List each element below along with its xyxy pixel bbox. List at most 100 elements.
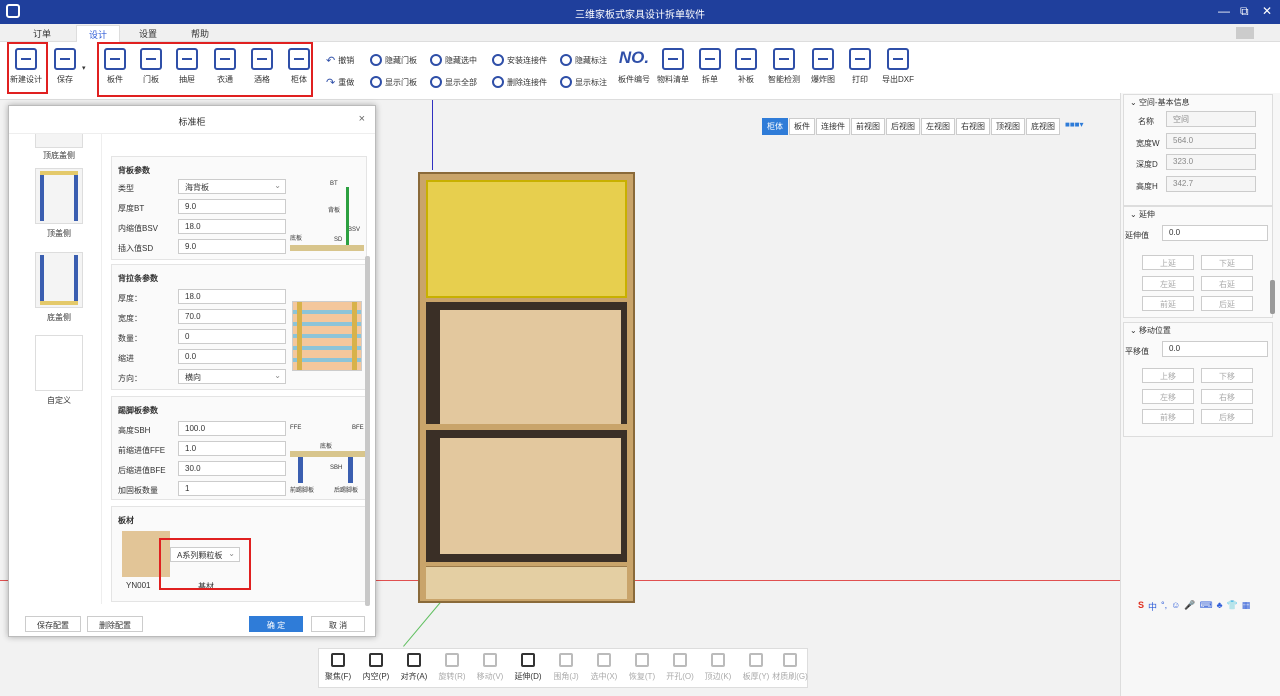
ime-tools[interactable]: ♣ bbox=[1217, 600, 1223, 613]
avatar[interactable] bbox=[1236, 27, 1254, 39]
board-number-button[interactable]: NO. 板件编号 bbox=[614, 48, 654, 85]
export-dxf-button[interactable]: 导出DXF bbox=[880, 48, 916, 85]
extend-down-button[interactable]: 下延 bbox=[1201, 255, 1253, 270]
restore-button[interactable]: 恢复(T) bbox=[623, 653, 661, 682]
move-button[interactable]: 移动(V) bbox=[471, 653, 509, 682]
tab-bottom-view[interactable]: 底视图 bbox=[1026, 118, 1060, 135]
explode-view-button[interactable]: 爆炸图 bbox=[808, 48, 838, 85]
material-brush-button[interactable]: 材质刷(G) bbox=[771, 653, 809, 682]
extend-back-button[interactable]: 后延 bbox=[1201, 296, 1253, 311]
back-thickness-input[interactable]: 9.0 bbox=[178, 199, 286, 214]
strip-count-input[interactable]: 0 bbox=[178, 329, 286, 344]
smart-check-button[interactable]: 智能检测 bbox=[766, 48, 802, 85]
kick-front-indent-input[interactable]: 1.0 bbox=[178, 441, 286, 456]
back-inset-input[interactable]: 18.0 bbox=[178, 219, 286, 234]
ime-menu[interactable]: ▦ bbox=[1242, 600, 1251, 613]
hide-selected-button[interactable]: 隐藏选中 bbox=[430, 54, 477, 66]
save-dropdown-icon[interactable]: ▾ bbox=[82, 64, 86, 72]
dialog-scrollbar[interactable] bbox=[365, 256, 370, 606]
undo-button[interactable]: ↶ 撤销 bbox=[326, 54, 354, 67]
thumb-bottom-cover[interactable] bbox=[35, 252, 83, 308]
redo-button[interactable]: ↷ 重做 bbox=[326, 76, 354, 89]
move-front-button[interactable]: 前移 bbox=[1142, 409, 1194, 424]
tab-left-view[interactable]: 左视图 bbox=[921, 118, 955, 135]
patch-board-button[interactable]: 补板 bbox=[733, 48, 759, 85]
move-down-button[interactable]: 下移 bbox=[1201, 368, 1253, 383]
move-value-input[interactable]: 0.0 bbox=[1162, 341, 1268, 357]
split-order-button[interactable]: 拆单 bbox=[697, 48, 723, 85]
back-insert-input[interactable]: 9.0 bbox=[178, 239, 286, 254]
tab-board[interactable]: 板件 bbox=[789, 118, 815, 135]
extend-left-button[interactable]: 左延 bbox=[1142, 276, 1194, 291]
move-up-button[interactable]: 上移 bbox=[1142, 368, 1194, 383]
cabinet-model[interactable] bbox=[418, 172, 635, 603]
save-config-button[interactable]: 保存配置 bbox=[25, 616, 81, 632]
extend-value-input[interactable]: 0.0 bbox=[1162, 225, 1268, 241]
delete-config-button[interactable]: 删除配置 bbox=[87, 616, 143, 632]
rotate-button[interactable]: 旋转(R) bbox=[433, 653, 471, 682]
tab-cabinet[interactable]: 柜体 bbox=[762, 118, 788, 135]
tab-right-view[interactable]: 右视图 bbox=[956, 118, 990, 135]
material-list-button[interactable]: 物料清单 bbox=[655, 48, 691, 85]
selected-space[interactable] bbox=[426, 180, 627, 298]
menu-help[interactable]: 帮助 bbox=[191, 27, 209, 40]
hide-dimension-button[interactable]: 隐藏标注 bbox=[560, 54, 607, 66]
thumb-top-bottom-cover[interactable] bbox=[35, 134, 83, 148]
thumb-top-cover[interactable] bbox=[35, 168, 83, 224]
align-button[interactable]: 对齐(A) bbox=[395, 653, 433, 682]
ime-emoji[interactable]: ☺ bbox=[1171, 600, 1180, 613]
hole-button[interactable]: 开孔(O) bbox=[661, 653, 699, 682]
ime-voice[interactable]: 🎤 bbox=[1184, 600, 1195, 613]
top-edge-button[interactable]: 顶边(K) bbox=[699, 653, 737, 682]
menu-order[interactable]: 订单 bbox=[33, 27, 51, 40]
extend-front-button[interactable]: 前延 bbox=[1142, 296, 1194, 311]
view-cube-icon[interactable]: ■■■▾ bbox=[1061, 118, 1088, 135]
extend-right-button[interactable]: 右延 bbox=[1201, 276, 1253, 291]
ime-skin[interactable]: 👕 bbox=[1226, 600, 1237, 613]
menu-design[interactable]: 设计 bbox=[76, 25, 121, 42]
delete-connector-button[interactable]: 删除连接件 bbox=[492, 76, 547, 88]
cancel-button[interactable]: 取 消 bbox=[311, 616, 365, 632]
hide-door-button[interactable]: 隐藏门板 bbox=[370, 54, 417, 66]
strip-width-input[interactable]: 70.0 bbox=[178, 309, 286, 324]
tab-top-view[interactable]: 顶视图 bbox=[991, 118, 1025, 135]
strip-direction-select[interactable]: 横向 ⌄ bbox=[178, 369, 286, 384]
reinforce-count-input[interactable]: 1 bbox=[178, 481, 286, 496]
thumb-custom[interactable] bbox=[35, 335, 83, 391]
strip-thickness-input[interactable]: 18.0 bbox=[178, 289, 286, 304]
kick-height-input[interactable]: 100.0 bbox=[178, 421, 286, 436]
confirm-button[interactable]: 确 定 bbox=[249, 616, 303, 632]
ime-punct[interactable]: °, bbox=[1161, 600, 1167, 613]
move-left-button[interactable]: 左移 bbox=[1142, 389, 1194, 404]
inner-space-button[interactable]: 内空(P) bbox=[357, 653, 395, 682]
right-panel-scrollbar[interactable] bbox=[1270, 280, 1275, 314]
thickness-button[interactable]: 板厚(Y) bbox=[737, 653, 775, 682]
focus-button[interactable]: 聚焦(F) bbox=[319, 653, 357, 682]
number-icon: NO. bbox=[618, 48, 650, 67]
menu-settings[interactable]: 设置 bbox=[139, 27, 157, 40]
minimize-button[interactable]: — bbox=[1218, 4, 1230, 18]
select-button[interactable]: 选中(X) bbox=[585, 653, 623, 682]
save-button[interactable]: 保存 bbox=[50, 48, 80, 85]
move-back-button[interactable]: 后移 bbox=[1201, 409, 1253, 424]
ime-lang[interactable]: 中 bbox=[1148, 600, 1157, 613]
strip-indent-input[interactable]: 0.0 bbox=[178, 349, 286, 364]
move-right-button[interactable]: 右移 bbox=[1201, 389, 1253, 404]
print-button[interactable]: 打印 bbox=[847, 48, 873, 85]
kick-back-indent-input[interactable]: 30.0 bbox=[178, 461, 286, 476]
show-dimension-button[interactable]: 显示标注 bbox=[560, 76, 607, 88]
ime-keyboard[interactable]: ⌨ bbox=[1200, 600, 1213, 613]
maximize-button[interactable]: ⧉ bbox=[1240, 4, 1249, 19]
back-type-select[interactable]: 海背板 ⌄ bbox=[178, 179, 286, 194]
tab-connector[interactable]: 连接件 bbox=[816, 118, 850, 135]
extend-up-button[interactable]: 上延 bbox=[1142, 255, 1194, 270]
close-window-button[interactable]: ✕ bbox=[1262, 4, 1272, 18]
show-all-button[interactable]: 显示全部 bbox=[430, 76, 477, 88]
dialog-close-icon[interactable]: × bbox=[359, 113, 365, 125]
extend-button[interactable]: 延伸(D) bbox=[509, 653, 547, 682]
corner-button[interactable]: 围角(J) bbox=[547, 653, 585, 682]
tab-back-view[interactable]: 后视图 bbox=[886, 118, 920, 135]
install-connector-button[interactable]: 安装连接件 bbox=[492, 54, 547, 66]
show-door-button[interactable]: 显示门板 bbox=[370, 76, 417, 88]
tab-front-view[interactable]: 前视图 bbox=[851, 118, 885, 135]
